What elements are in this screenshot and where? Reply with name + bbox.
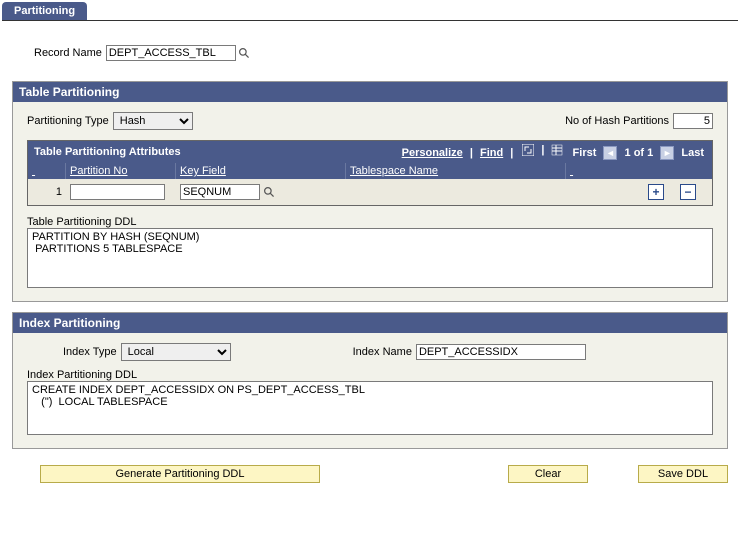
key-field-input[interactable] — [180, 184, 260, 200]
hash-partitions-label: No of Hash Partitions — [565, 115, 669, 127]
record-name-input[interactable] — [106, 45, 236, 61]
delete-row-button[interactable]: − — [680, 184, 696, 200]
tab-partitioning[interactable]: Partitioning — [2, 2, 87, 20]
hash-partitions-input[interactable] — [673, 113, 713, 129]
grid-nav-last: Last — [681, 147, 704, 159]
attributes-grid: Table Partitioning Attributes Personaliz… — [27, 140, 713, 206]
row-num: 1 — [28, 184, 66, 200]
grid-nav-range: 1 of 1 — [625, 147, 654, 159]
tablespace-cell — [346, 190, 566, 194]
index-name-label: Index Name — [353, 346, 412, 358]
col-tablespace[interactable]: Tablespace Name — [346, 163, 566, 179]
index-type-select[interactable]: Local — [121, 343, 231, 361]
record-name-label: Record Name — [34, 47, 102, 59]
grid-nav-first: First — [573, 147, 597, 159]
col-key-field[interactable]: Key Field — [176, 163, 346, 179]
partitioning-type-select[interactable]: Hash — [113, 112, 193, 130]
partition-no-input[interactable] — [70, 184, 165, 200]
grid-find-link[interactable]: Find — [480, 147, 503, 159]
grid-next-icon[interactable]: ► — [660, 146, 674, 160]
grid-prev-icon[interactable]: ◄ — [603, 146, 617, 160]
add-row-button[interactable]: + — [648, 184, 664, 200]
index-ddl-label: Index Partitioning DDL — [27, 369, 713, 381]
generate-ddl-button[interactable]: Generate Partitioning DDL — [40, 465, 320, 483]
table-partitioning-section: Table Partitioning Partitioning Type Has… — [12, 81, 728, 302]
index-ddl-textarea[interactable] — [27, 381, 713, 435]
download-icon[interactable] — [551, 144, 563, 156]
zoom-icon[interactable] — [522, 144, 534, 156]
index-type-label: Index Type — [63, 346, 117, 358]
table-ddl-textarea[interactable] — [27, 228, 713, 288]
table-partitioning-title: Table Partitioning — [13, 82, 727, 102]
lookup-icon[interactable] — [262, 185, 276, 199]
grid-title-label: Table Partitioning Attributes — [34, 146, 181, 158]
index-name-input[interactable] — [416, 344, 586, 360]
partitioning-type-label: Partitioning Type — [27, 115, 109, 127]
table-ddl-label: Table Partitioning DDL — [27, 216, 713, 228]
grid-personalize-link[interactable]: Personalize — [402, 147, 463, 159]
index-partitioning-title: Index Partitioning — [13, 313, 727, 333]
clear-button[interactable]: Clear — [508, 465, 588, 483]
save-ddl-button[interactable]: Save DDL — [638, 465, 728, 483]
col-partition-no[interactable]: Partition No — [66, 163, 176, 179]
table-row: 1 + − — [28, 179, 712, 205]
lookup-icon[interactable] — [238, 46, 252, 60]
index-partitioning-section: Index Partitioning Index Type Local Inde… — [12, 312, 728, 449]
